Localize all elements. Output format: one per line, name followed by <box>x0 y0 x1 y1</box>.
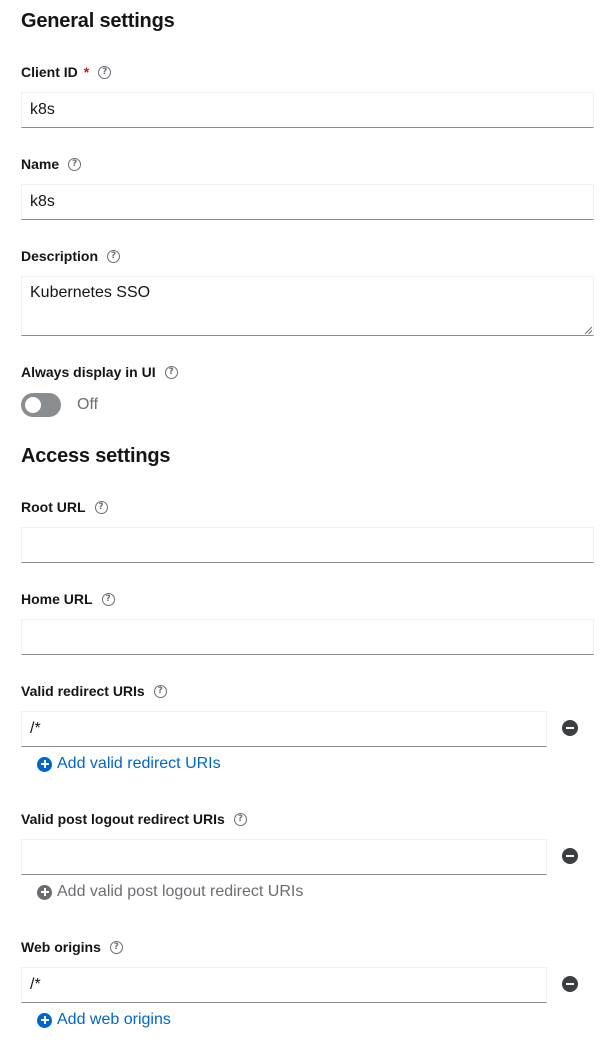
toggle-knob <box>25 397 41 413</box>
web-origins-label-text: Web origins <box>21 939 101 955</box>
name-input[interactable]: k8s <box>21 184 594 220</box>
add-redirect-uri-button[interactable]: Add valid redirect URIs <box>37 754 221 774</box>
resize-grip-icon[interactable] <box>584 326 592 334</box>
client-id-label-text: Client ID <box>21 64 78 80</box>
description-label-text: Description <box>21 248 99 264</box>
home-url-label: Home URL ? <box>21 590 115 608</box>
description-value: Kubernetes SSO <box>30 284 151 301</box>
root-url-label: Root URL ? <box>21 498 108 516</box>
post-logout-uri-input[interactable] <box>21 839 547 875</box>
post-logout-uris-label: Valid post logout redirect URIs ? <box>21 810 247 828</box>
add-post-logout-uri-label: Add valid post logout redirect URIs <box>57 883 304 900</box>
remove-post-logout-uri-icon[interactable] <box>562 848 578 864</box>
name-label: Name ? <box>21 155 82 173</box>
remove-web-origin-icon[interactable] <box>562 976 578 992</box>
web-origin-input[interactable]: /* <box>21 967 547 1003</box>
plus-circle-icon <box>37 1012 52 1028</box>
help-icon[interactable]: ? <box>101 592 115 606</box>
help-icon[interactable]: ? <box>233 812 247 826</box>
general-settings-title: General settings <box>21 10 175 32</box>
plus-circle-icon <box>37 756 52 772</box>
add-post-logout-uri-button[interactable]: Add valid post logout redirect URIs <box>37 882 303 902</box>
always-display-label-text: Always display in UI <box>21 364 156 380</box>
help-icon[interactable]: ? <box>94 500 108 514</box>
always-display-toggle[interactable] <box>21 393 61 417</box>
redirect-uris-label-text: Valid redirect URIs <box>21 683 145 699</box>
plus-circle-icon <box>37 884 52 900</box>
redirect-uri-input[interactable]: /* <box>21 711 547 747</box>
help-icon[interactable]: ? <box>153 684 167 698</box>
root-url-input[interactable] <box>21 527 594 563</box>
help-icon[interactable]: ? <box>107 249 121 263</box>
redirect-uris-label: Valid redirect URIs ? <box>21 682 167 700</box>
remove-redirect-uri-icon[interactable] <box>562 720 578 736</box>
root-url-label-text: Root URL <box>21 499 86 515</box>
always-display-label: Always display in UI ? <box>21 363 178 381</box>
required-indicator: * <box>83 64 90 80</box>
help-icon[interactable]: ? <box>98 65 112 79</box>
home-url-label-text: Home URL <box>21 591 93 607</box>
add-redirect-uri-label: Add valid redirect URIs <box>57 755 221 772</box>
access-settings-title: Access settings <box>21 445 171 467</box>
toggle-state-label: Off <box>77 396 99 413</box>
add-web-origin-button[interactable]: Add web origins <box>37 1010 171 1030</box>
client-id-input[interactable]: k8s <box>21 92 594 128</box>
client-id-label: Client ID * ? <box>21 63 112 81</box>
web-origins-label: Web origins ? <box>21 938 123 956</box>
post-logout-uris-label-text: Valid post logout redirect URIs <box>21 811 225 827</box>
name-label-text: Name <box>21 156 60 172</box>
help-icon[interactable]: ? <box>109 940 123 954</box>
description-textarea[interactable]: Kubernetes SSO <box>21 276 594 336</box>
help-icon[interactable]: ? <box>68 157 82 171</box>
add-web-origin-label: Add web origins <box>57 1011 171 1028</box>
description-label: Description ? <box>21 247 121 265</box>
help-icon[interactable]: ? <box>164 365 178 379</box>
home-url-input[interactable] <box>21 619 594 655</box>
